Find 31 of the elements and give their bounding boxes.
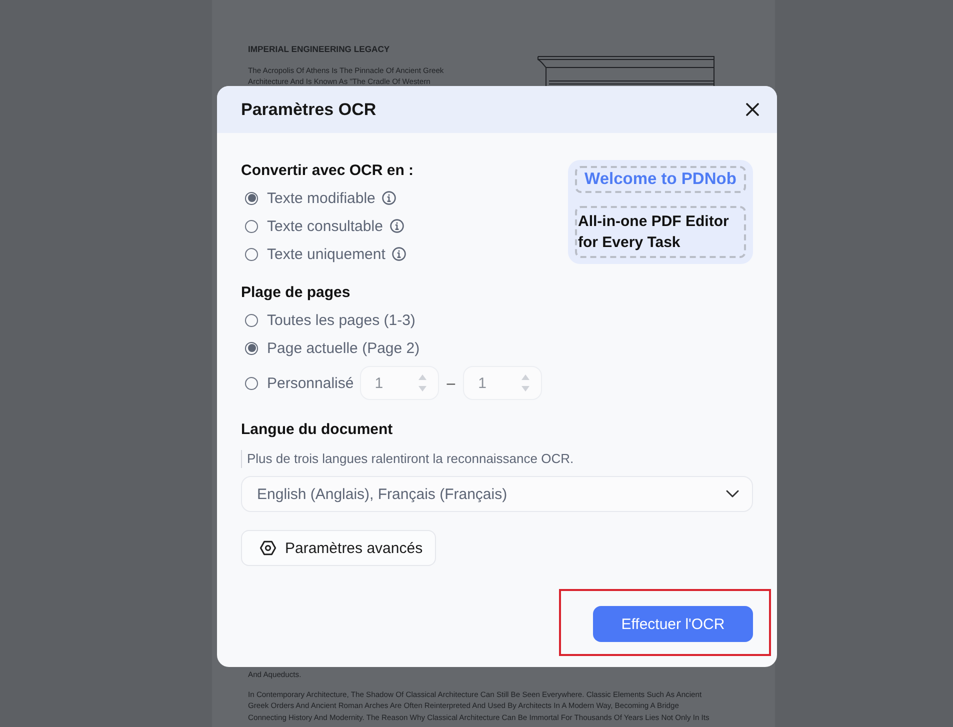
settings-icon bbox=[260, 540, 276, 556]
promo-banner[interactable]: Welcome to PDNob All-in-one PDF Editor for Every Task bbox=[568, 160, 753, 264]
option-label[interactable]: Texte consultable bbox=[267, 218, 383, 234]
range-separator: – bbox=[446, 374, 456, 392]
section-heading: Plage de pages bbox=[241, 283, 350, 303]
section-heading: Convertir avec OCR en : bbox=[241, 161, 414, 181]
radio-button[interactable] bbox=[245, 248, 258, 260]
info-icon[interactable] bbox=[392, 247, 406, 261]
info-icon[interactable] bbox=[382, 191, 396, 205]
promo-tagline: All-in-one PDF Editor for Every Task bbox=[575, 206, 746, 258]
chevron-down-icon bbox=[726, 490, 739, 498]
close-icon[interactable] bbox=[746, 103, 759, 116]
radio-button[interactable] bbox=[245, 314, 258, 326]
option-label[interactable]: Toutes les pages (1-3) bbox=[267, 312, 416, 328]
run-ocr-button[interactable]: Effectuer l'OCR bbox=[593, 606, 753, 642]
advanced-settings-button[interactable]: Paramètres avancés bbox=[241, 530, 436, 566]
promo-title: Welcome to PDNob bbox=[575, 166, 746, 193]
radio-button[interactable] bbox=[245, 192, 258, 204]
option-label[interactable]: Page actuelle (Page 2) bbox=[267, 340, 420, 356]
radio-button[interactable] bbox=[245, 342, 258, 354]
option-label[interactable]: Texte uniquement bbox=[267, 246, 386, 262]
option-label[interactable]: Texte modifiable bbox=[267, 190, 376, 206]
option-label[interactable]: Personnalisé bbox=[267, 374, 354, 392]
radio-button[interactable] bbox=[245, 220, 258, 232]
section-heading: Langue du document bbox=[241, 420, 393, 440]
dialog-title: Paramètres OCR bbox=[241, 100, 376, 120]
info-icon[interactable] bbox=[390, 219, 404, 233]
document-heading: IMPERIAL ENGINEERING LEGACY bbox=[248, 43, 390, 55]
radio-button[interactable] bbox=[245, 376, 258, 390]
hint-text: Plus de trois langues ralentiront la reconnaissance OCR. bbox=[241, 450, 574, 468]
language-dropdown[interactable]: English (Anglais), Français (Français) bbox=[241, 476, 753, 512]
